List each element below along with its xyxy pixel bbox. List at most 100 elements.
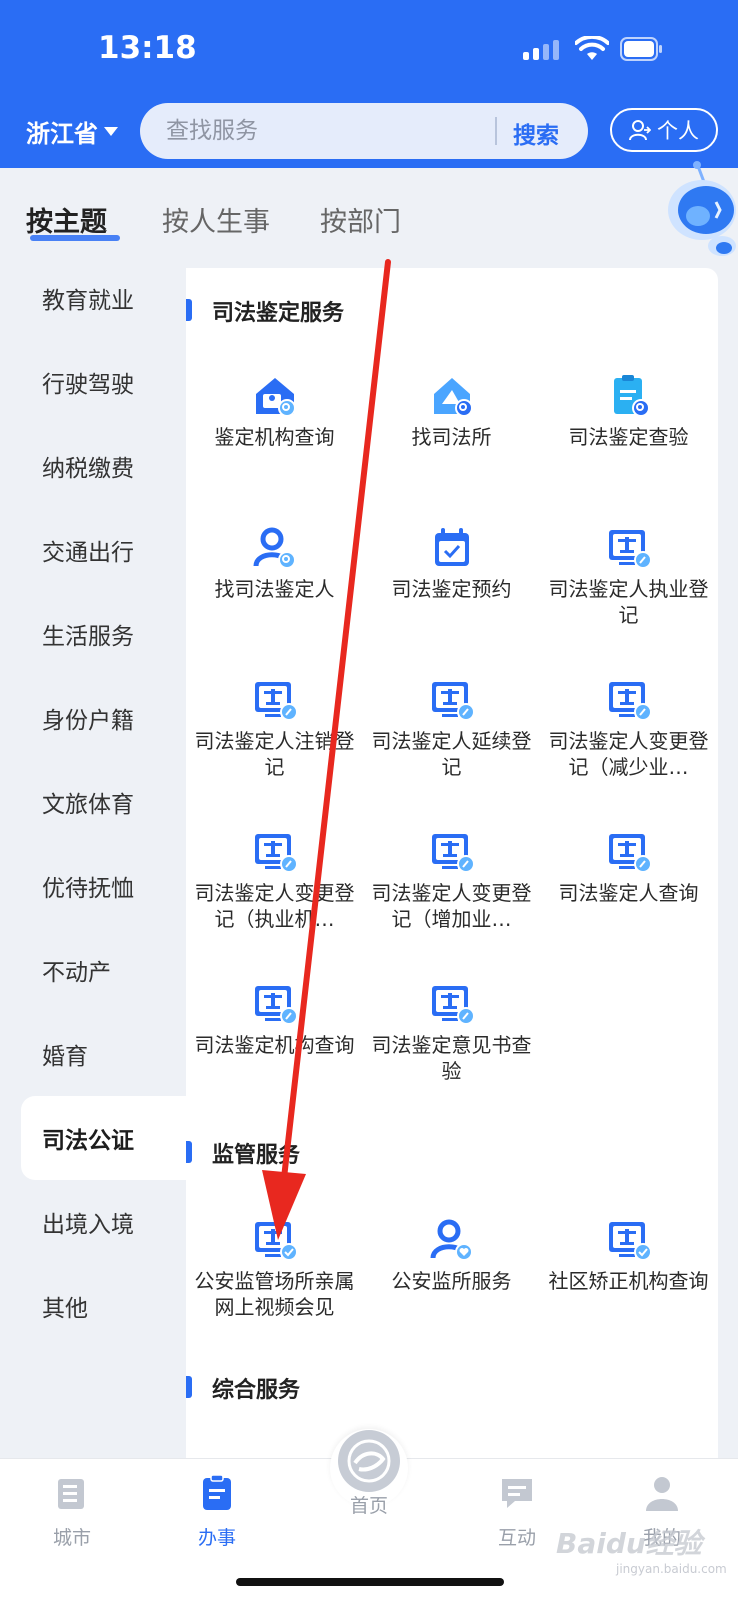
sidebar-item-border[interactable]: 出境入境 (21, 1180, 186, 1264)
tab-label: 办事 (197, 1527, 236, 1549)
service-tile[interactable]: 找司法所 (363, 372, 540, 450)
service-label: 司法鉴定预约 (391, 577, 512, 601)
scales-check-icon (254, 1222, 298, 1261)
service-tile[interactable]: 司法鉴定预约 (363, 524, 540, 602)
assistant-robot-icon[interactable] (664, 160, 738, 272)
sidebar-item-driving[interactable]: 行驶驾驶 (21, 340, 186, 424)
service-panel: 司法鉴定服务 鉴定机构查询 找司法所 司法鉴定查验 找司法鉴定人 司法鉴定预约 … (186, 268, 718, 1458)
service-label: 司法鉴定人变更登记（执业机… (194, 881, 355, 931)
scales-edit-icon (431, 682, 475, 721)
personal-toggle-button[interactable]: 个人 (610, 108, 718, 152)
scales-edit-icon (608, 834, 652, 873)
service-label: 司法鉴定人延续登记 (371, 729, 532, 779)
service-label: 司法鉴定意见书查验 (371, 1033, 532, 1083)
sidebar-item-other[interactable]: 其他 (21, 1264, 186, 1348)
sidebar-item-transport[interactable]: 交通出行 (21, 508, 186, 592)
tab-label: 互动 (497, 1527, 536, 1549)
service-tile[interactable]: 司法鉴定人延续登记 (363, 676, 540, 780)
calendar-check-icon (434, 528, 469, 566)
service-tile[interactable]: 司法鉴定意见书查验 (363, 980, 540, 1084)
service-label: 司法鉴定机构查询 (194, 1033, 355, 1057)
house-search-icon (433, 378, 473, 417)
sidebar-item-education[interactable]: 教育就业 (21, 256, 186, 340)
search-button[interactable]: 搜索 (513, 116, 559, 150)
sidebar-item-benefits[interactable]: 优待抚恤 (21, 844, 186, 928)
affairs-icon (203, 1474, 231, 1510)
person-search-icon (253, 527, 296, 569)
service-tile[interactable]: 公安监管场所亲属网上视频会见 (186, 1216, 363, 1320)
tab-by-theme[interactable]: 按主题 (26, 200, 107, 239)
person-heart-icon (430, 1219, 473, 1261)
service-label: 司法鉴定人注销登记 (194, 729, 355, 779)
scales-edit-icon (431, 834, 475, 873)
personal-label: 个人 (657, 119, 699, 143)
sidebar-item-life[interactable]: 生活服务 (21, 592, 186, 676)
service-label: 鉴定机构查询 (214, 425, 335, 449)
scales-edit-icon (431, 986, 475, 1025)
scales-edit-icon (608, 530, 652, 569)
sidebar-item-tax[interactable]: 纳税缴费 (21, 424, 186, 508)
section-title: 司法鉴定服务 (212, 301, 345, 326)
caret-down-icon (104, 127, 118, 136)
tab-city[interactable]: 城市 (22, 1473, 122, 1550)
tab-affairs[interactable]: 办事 (167, 1473, 267, 1550)
service-label: 找司法所 (411, 425, 492, 449)
user-switch-icon (629, 120, 651, 141)
wifi-icon (575, 36, 609, 60)
active-tab-underline (30, 235, 120, 241)
tab-by-life-event[interactable]: 按人生事 (162, 200, 270, 239)
status-time: 13:18 (98, 30, 197, 66)
scales-check-icon (608, 1222, 652, 1261)
watermark-text: Baidu经验 (556, 1527, 702, 1560)
province-label: 浙江省 (26, 120, 98, 148)
home-logo-icon (338, 1430, 400, 1492)
institution-search-icon (255, 378, 296, 417)
service-label: 司法鉴定人变更登记（增加业… (371, 881, 532, 931)
service-tile[interactable]: 社区矫正机构查询 (540, 1216, 717, 1294)
search-bar: 搜索 (140, 103, 588, 159)
tab-by-department[interactable]: 按部门 (320, 200, 401, 239)
scales-edit-icon (254, 986, 298, 1025)
clipboard-search-icon (613, 375, 650, 417)
service-tile[interactable]: 司法鉴定机构查询 (186, 980, 363, 1058)
province-selector[interactable]: 浙江省 (26, 114, 118, 149)
service-label: 公安监所服务 (391, 1269, 512, 1293)
sidebar-item-realestate[interactable]: 不动产 (21, 928, 186, 1012)
service-tile[interactable]: 司法鉴定人注销登记 (186, 676, 363, 780)
service-tile[interactable]: 司法鉴定人变更登记（增加业… (363, 828, 540, 932)
watermark-url: jingyan.baidu.com (616, 1562, 727, 1576)
service-tile[interactable]: 司法鉴定人查询 (540, 828, 717, 906)
search-input[interactable] (166, 115, 466, 147)
tab-label: 首页 (349, 1495, 388, 1517)
service-tile[interactable]: 找司法鉴定人 (186, 524, 363, 602)
sidebar-item-culture[interactable]: 文旅体育 (21, 760, 186, 844)
service-tile[interactable]: 鉴定机构查询 (186, 372, 363, 450)
service-tile[interactable]: 司法鉴定人变更登记（减少业… (540, 676, 717, 780)
battery-icon (620, 37, 662, 61)
sidebar-item-judicial[interactable]: 司法公证 (21, 1096, 186, 1180)
service-label: 公安监管场所亲属网上视频会见 (194, 1269, 355, 1319)
tab-interaction[interactable]: 互动 (467, 1473, 567, 1550)
service-tile[interactable]: 司法鉴定查验 (540, 372, 717, 450)
service-tile[interactable]: 司法鉴定人执业登记 (540, 524, 717, 628)
service-label: 社区矫正机构查询 (548, 1269, 709, 1293)
service-label: 司法鉴定人执业登记 (548, 577, 709, 627)
service-tile[interactable]: 公安监所服务 (363, 1216, 540, 1294)
service-label: 司法鉴定人变更登记（减少业… (548, 729, 709, 779)
sidebar-item-identity[interactable]: 身份户籍 (21, 676, 186, 760)
city-icon (58, 1479, 84, 1509)
section-marker (186, 1376, 192, 1398)
cellular-signal-icon (523, 40, 559, 60)
section-title: 综合服务 (212, 1378, 301, 1403)
app-header: 13:18 浙江省 搜索 个人 (0, 0, 738, 168)
tab-label: 城市 (52, 1527, 91, 1549)
scales-edit-icon (254, 682, 298, 721)
home-indicator (236, 1578, 504, 1586)
service-label: 找司法鉴定人 (214, 577, 335, 601)
sidebar-item-marriage[interactable]: 婚育 (21, 1012, 186, 1096)
section-title: 监管服务 (212, 1143, 301, 1168)
tab-home[interactable]: 首页 (319, 1430, 419, 1518)
service-tile[interactable]: 司法鉴定人变更登记（执业机… (186, 828, 363, 932)
search-divider (495, 117, 497, 145)
scales-edit-icon (254, 834, 298, 873)
